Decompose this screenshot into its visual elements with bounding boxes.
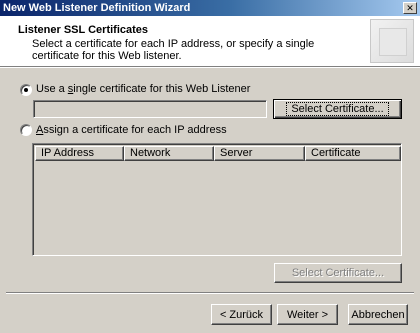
- ip-certificate-table[interactable]: IP Address Network Server Certificate: [32, 143, 402, 256]
- single-certificate-label[interactable]: Use a single certificate for this Web Li…: [36, 83, 250, 96]
- wizard-header: Listener SSL Certificates Select a certi…: [0, 16, 420, 67]
- single-certificate-radio[interactable]: [20, 84, 32, 96]
- back-button-label: < Zurück: [219, 308, 264, 321]
- cancel-button-label: Abbrechen: [351, 308, 405, 321]
- next-button-label: Weiter >: [286, 308, 329, 321]
- footer-separator: [6, 292, 414, 294]
- per-ip-select-certificate-button[interactable]: Select Certificate...: [274, 263, 402, 283]
- cancel-button[interactable]: Abbrechen: [348, 304, 408, 325]
- close-icon: ✕: [406, 3, 414, 13]
- column-certificate[interactable]: Certificate: [305, 146, 401, 161]
- column-network[interactable]: Network: [124, 146, 214, 161]
- window-title: New Web Listener Definition Wizard: [3, 2, 191, 14]
- wizard-banner-icon: [370, 19, 414, 63]
- back-button[interactable]: < Zurück: [211, 304, 272, 325]
- window-titlebar[interactable]: New Web Listener Definition Wizard ✕: [0, 0, 420, 16]
- per-ip-select-certificate-label: Select Certificate...: [291, 267, 385, 279]
- column-server[interactable]: Server: [214, 146, 305, 161]
- per-ip-certificate-label[interactable]: Assign a certificate for each IP address: [36, 124, 227, 137]
- select-certificate-label: Select Certificate...: [286, 102, 389, 116]
- close-button[interactable]: ✕: [403, 2, 417, 14]
- table-header: IP Address Network Server Certificate: [35, 146, 401, 161]
- header-divider: [0, 67, 420, 68]
- per-ip-certificate-radio[interactable]: [20, 124, 32, 136]
- next-button[interactable]: Weiter >: [277, 304, 338, 325]
- select-certificate-button[interactable]: Select Certificate...: [273, 99, 402, 119]
- column-ip-address[interactable]: IP Address: [35, 146, 124, 161]
- page-title: Listener SSL Certificates: [18, 24, 149, 36]
- page-subtitle: Select a certificate for each IP address…: [32, 38, 315, 62]
- single-certificate-field[interactable]: [33, 100, 267, 118]
